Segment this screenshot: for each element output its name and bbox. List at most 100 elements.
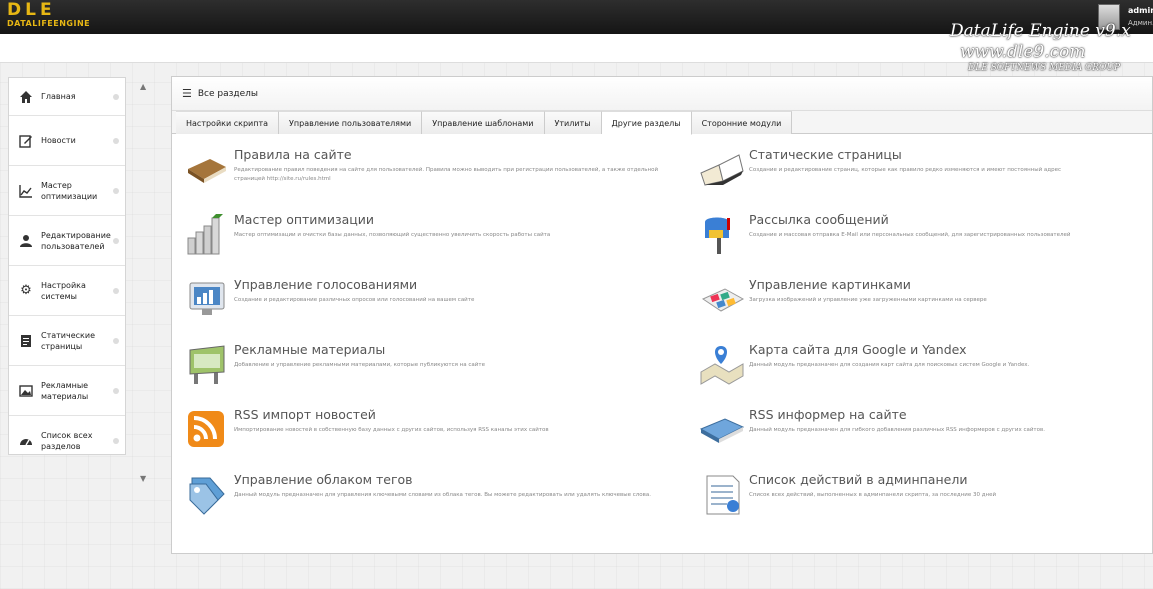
log-icon: [699, 472, 747, 520]
sidebar-item-news[interactable]: Новости: [9, 116, 125, 166]
module-rules[interactable]: Правила на сайте Редактирование правил по…: [184, 147, 684, 207]
page-icon: [17, 332, 35, 350]
module-desc: Данный модуль предназначен для управлени…: [234, 492, 652, 498]
tab-users[interactable]: Управление пользователями: [279, 111, 423, 134]
map-icon: [699, 342, 747, 390]
main-panel: ☰ Все разделы Настройки скрипта Управлен…: [171, 76, 1153, 554]
sidebar-item-all-sections[interactable]: Список всех разделов: [9, 416, 125, 466]
module-title[interactable]: Рекламные материалы: [234, 342, 684, 358]
sidebar-item-label: Настройка системы: [41, 280, 86, 301]
book-icon: [184, 147, 232, 195]
logo-sub: DATALIFEENGINE: [7, 19, 91, 28]
mailbox-icon: [699, 212, 747, 260]
sidebar-item-settings[interactable]: ⚙ Настройка системы: [9, 266, 125, 316]
chevron-icon: [113, 287, 119, 294]
page-title: Все разделы: [197, 88, 259, 99]
module-title[interactable]: Управление картинками: [749, 277, 1153, 293]
chevron-icon: [113, 438, 119, 444]
sidebar-item-static[interactable]: Статические страницы: [9, 316, 125, 366]
module-title[interactable]: Правила на сайте: [234, 147, 684, 163]
photos-icon: [699, 277, 747, 325]
notebook-icon: [699, 407, 747, 455]
module-polls[interactable]: Управление голосованиями Создание и редак…: [184, 277, 684, 337]
bars-icon: [184, 212, 232, 260]
module-desc: Создание и редактирование различных опро…: [234, 297, 475, 303]
module-desc: Импортирование новостей в собственную ба…: [234, 427, 549, 433]
sidebar-item-label: Статические страницы: [41, 330, 96, 351]
tab-templates[interactable]: Управление шаблонами: [422, 111, 545, 134]
module-action-log[interactable]: Список действий в админпанели Список всех…: [699, 472, 1153, 532]
module-title[interactable]: Рассылка сообщений: [749, 212, 1153, 228]
user-icon: [17, 232, 35, 250]
sidebar-item-ads[interactable]: Рекламные материалы: [9, 366, 125, 416]
tab-script-settings[interactable]: Настройки скрипта: [176, 111, 280, 134]
scroll-arrow-up[interactable]: ▲: [140, 82, 146, 94]
rss-icon: [184, 407, 232, 455]
module-static-pages[interactable]: Статические страницы Создание и редактиро…: [699, 147, 1153, 207]
chevron-icon: [113, 187, 119, 194]
sidebar-item-label: Редактирование пользователей: [41, 230, 111, 251]
open-book-icon: [699, 147, 747, 195]
module-title[interactable]: RSS импорт новостей: [234, 407, 684, 423]
watermark-line1: DataLife Engine v9.x: [950, 21, 1131, 41]
chevron-icon: [113, 237, 119, 244]
dashboard-icon: [17, 432, 35, 450]
module-optimization[interactable]: Мастер оптимизации Мастер оптимизации и о…: [184, 212, 684, 272]
module-desc: Создание и массовая отправка E-Mail или …: [749, 232, 1071, 238]
module-title[interactable]: Список действий в админпанели: [749, 472, 1153, 488]
module-desc: Мастер оптимизации и очистки базы данных…: [234, 232, 551, 238]
home-icon: [17, 88, 35, 106]
module-title[interactable]: Мастер оптимизации: [234, 212, 684, 228]
image-icon: [17, 382, 35, 400]
module-rss-import[interactable]: RSS импорт новостей Импортирование новост…: [184, 407, 684, 467]
module-title[interactable]: Статические страницы: [749, 147, 1153, 163]
watermark-line2: www.dle9.com: [960, 42, 1086, 62]
watermark-line3: DLE SOFTNEWS MEDIA GROUP: [968, 63, 1121, 73]
sidebar-item-home[interactable]: Главная: [9, 78, 125, 116]
tab-third-party[interactable]: Сторонние модули: [691, 111, 793, 134]
sliders-icon: ☰: [182, 87, 192, 100]
chevron-icon: [113, 137, 119, 144]
sidebar-item-optimization[interactable]: Мастер оптимизации: [9, 166, 125, 216]
tab-other-sections[interactable]: Другие разделы: [601, 111, 692, 135]
sidebar-item-label: Мастер оптимизации: [41, 180, 98, 201]
module-images[interactable]: Управление картинками Загрузка изображени…: [699, 277, 1153, 337]
watermark: DataLife Engine v9.x www.dle9.com DLE SO…: [950, 20, 1150, 74]
module-desc: Добавление и управление рекламными матер…: [234, 362, 485, 368]
sidebar-item-users[interactable]: Редактирование пользователей: [9, 216, 125, 266]
billboard-icon: [184, 342, 232, 390]
logo[interactable]: DLE DATALIFEENGINE: [7, 2, 90, 29]
module-title[interactable]: RSS информер на сайте: [749, 407, 1153, 423]
sidebar-item-label: Новости: [41, 136, 76, 145]
module-title[interactable]: Управление облаком тегов: [234, 472, 684, 488]
module-rss-informer[interactable]: RSS информер на сайте Данный модуль предн…: [699, 407, 1153, 467]
chevron-icon: [113, 387, 119, 394]
user-name: admin: [1128, 6, 1153, 15]
logo-main: DLE: [7, 0, 56, 20]
sidebar-item-label: Список всех разделов: [41, 431, 93, 451]
tab-bar: Настройки скрипта Управление пользовател…: [172, 111, 1152, 135]
module-desc: Создание и редактирование страниц, котор…: [749, 167, 1062, 173]
module-desc: Список всех действий, выполненных в адми…: [749, 492, 997, 498]
tags-icon: [184, 472, 232, 520]
chevron-icon: [113, 337, 119, 344]
module-mailing[interactable]: Рассылка сообщений Создание и массовая от…: [699, 212, 1153, 272]
module-desc: Редактирование правил поведения на сайте…: [234, 167, 659, 182]
module-ads[interactable]: Рекламные материалы Добавление и управлен…: [184, 342, 684, 402]
chart-icon: [17, 182, 35, 200]
panel-header: ☰ Все разделы: [172, 77, 1152, 111]
module-sitemap[interactable]: Карта сайта для Google и Yandex Данный мо…: [699, 342, 1153, 402]
edit-icon: [17, 132, 35, 150]
module-desc: Данный модуль предназначен для гибкого д…: [749, 427, 1045, 433]
module-title[interactable]: Управление голосованиями: [234, 277, 684, 293]
sidebar-item-label: Главная: [41, 92, 76, 101]
module-desc: Данный модуль предназначен для создания …: [749, 362, 1030, 368]
module-title[interactable]: Карта сайта для Google и Yandex: [749, 342, 1153, 358]
gear-icon: ⚙: [20, 283, 32, 298]
scroll-arrow-down[interactable]: ▼: [140, 474, 146, 486]
module-tags[interactable]: Управление облаком тегов Данный модуль пр…: [184, 472, 684, 532]
sidebar-item-label: Рекламные материалы: [41, 380, 89, 401]
chevron-icon: [113, 93, 119, 100]
tab-utilities[interactable]: Утилиты: [544, 111, 602, 134]
sidebar: Главная Новости Мастер оптимизации Редак…: [8, 77, 126, 455]
